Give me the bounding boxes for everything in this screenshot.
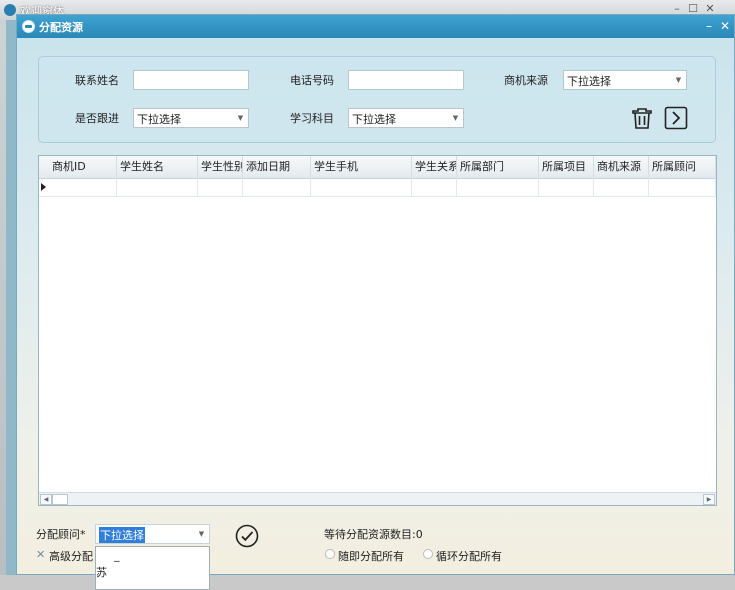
chevron-right-icon [664, 106, 688, 130]
delete-button[interactable] [630, 106, 654, 130]
random-allocate-radio[interactable] [325, 549, 335, 559]
column-header[interactable]: 学生手机 [311, 156, 412, 178]
close-icon[interactable]: ✕ [718, 18, 732, 34]
check-circle-icon [235, 524, 259, 548]
follow-label: 是否跟进 [75, 112, 119, 125]
advisor-dropdown-value: 下拉选择 [99, 527, 145, 543]
subject-dropdown-value: 下拉选择 [352, 113, 396, 126]
source-dropdown[interactable]: 下拉选择 ▼ [563, 70, 687, 90]
advisor-dropdown[interactable]: 下拉选择 ▼ [95, 524, 210, 544]
phone-input[interactable] [348, 70, 464, 90]
app-icon [4, 4, 16, 16]
scroll-right-icon[interactable]: ▶ [703, 494, 715, 505]
follow-dropdown-value: 下拉选择 [137, 113, 181, 126]
trash-icon [632, 108, 652, 129]
column-header[interactable]: 所属项目 [539, 156, 594, 178]
column-header[interactable]: 学生关系 [412, 156, 457, 178]
table-cell[interactable] [49, 178, 117, 196]
column-header[interactable]: 所属顾问 [649, 156, 716, 178]
chevron-down-icon[interactable]: ▼ [449, 110, 462, 126]
column-header[interactable]: 学生姓名 [117, 156, 198, 178]
list-item[interactable]: _ [114, 549, 120, 562]
contact-name-input[interactable] [133, 70, 249, 90]
confirm-button[interactable] [235, 524, 259, 548]
scroll-left-icon[interactable]: ◀ [40, 494, 52, 505]
parent-side-strip [6, 20, 16, 575]
source-label: 商机来源 [504, 74, 548, 87]
chevron-down-icon[interactable]: ▼ [672, 72, 685, 88]
random-allocate-label[interactable]: 随即分配所有 [338, 548, 404, 564]
subject-dropdown[interactable]: 下拉选择 ▼ [348, 108, 464, 128]
chevron-down-icon[interactable]: ▼ [195, 526, 208, 542]
advisor-label: 分配顾问* [36, 528, 86, 541]
minimize-icon[interactable]: – [702, 18, 716, 34]
table-header: 商机ID 学生姓名 学生性别 添加日期 学生手机 学生关系 所属部门 所属项目 … [39, 156, 716, 179]
table-cell[interactable] [539, 178, 594, 196]
dialog-title: 分配资源 [39, 21, 83, 34]
column-header[interactable]: 所属部门 [457, 156, 539, 178]
source-dropdown-value: 下拉选择 [567, 75, 611, 88]
table-row[interactable] [39, 178, 716, 197]
app-icon [22, 20, 35, 33]
horizontal-scrollbar[interactable]: ◀ ▶ [39, 492, 716, 505]
column-header[interactable]: 添加日期 [243, 156, 311, 178]
filter-panel: 联系姓名 电话号码 商机来源 下拉选择 ▼ 是否跟进 下拉选择 ▼ 学习科目 下… [38, 56, 716, 143]
next-button[interactable] [664, 106, 688, 130]
table-cell[interactable] [457, 178, 539, 196]
subject-label: 学习科目 [290, 112, 334, 125]
dialog-titlebar[interactable]: 分配资源 – ✕ [17, 15, 734, 38]
contact-name-label: 联系姓名 [75, 74, 119, 87]
table-cell[interactable] [649, 178, 716, 196]
allocate-resources-dialog: 分配资源 – ✕ 联系姓名 电话号码 商机来源 下拉选择 ▼ 是否跟进 下拉选择… [16, 14, 735, 590]
table-cell[interactable] [594, 178, 649, 196]
column-header[interactable]: 学生性别 [198, 156, 243, 178]
phone-label: 电话号码 [290, 74, 334, 87]
table-cell[interactable] [412, 178, 457, 196]
advisor-dropdown-list[interactable]: _ 苏 [95, 546, 210, 590]
table-cell[interactable] [243, 178, 311, 196]
list-item[interactable]: 苏 [96, 564, 107, 580]
column-header[interactable]: 商机ID [49, 156, 117, 178]
table-cell[interactable] [311, 178, 412, 196]
chevron-down-icon[interactable]: ▼ [234, 110, 247, 126]
column-header[interactable]: 商机来源 [594, 156, 649, 178]
advanced-checkbox-icon[interactable]: ✕ [36, 548, 45, 561]
table-cell[interactable] [117, 178, 198, 196]
advanced-allocation-label[interactable]: 高级分配 [49, 548, 93, 564]
pending-count-label: 等待分配资源数目:0 [324, 528, 423, 541]
scroll-thumb[interactable] [52, 494, 68, 505]
cycle-allocate-radio[interactable] [423, 549, 433, 559]
follow-dropdown[interactable]: 下拉选择 ▼ [133, 108, 249, 128]
resource-table[interactable]: 商机ID 学生姓名 学生性别 添加日期 学生手机 学生关系 所属部门 所属项目 … [38, 155, 717, 506]
table-cell[interactable] [198, 178, 243, 196]
row-indicator-icon [41, 183, 46, 191]
cycle-allocate-label[interactable]: 循环分配所有 [436, 548, 502, 564]
